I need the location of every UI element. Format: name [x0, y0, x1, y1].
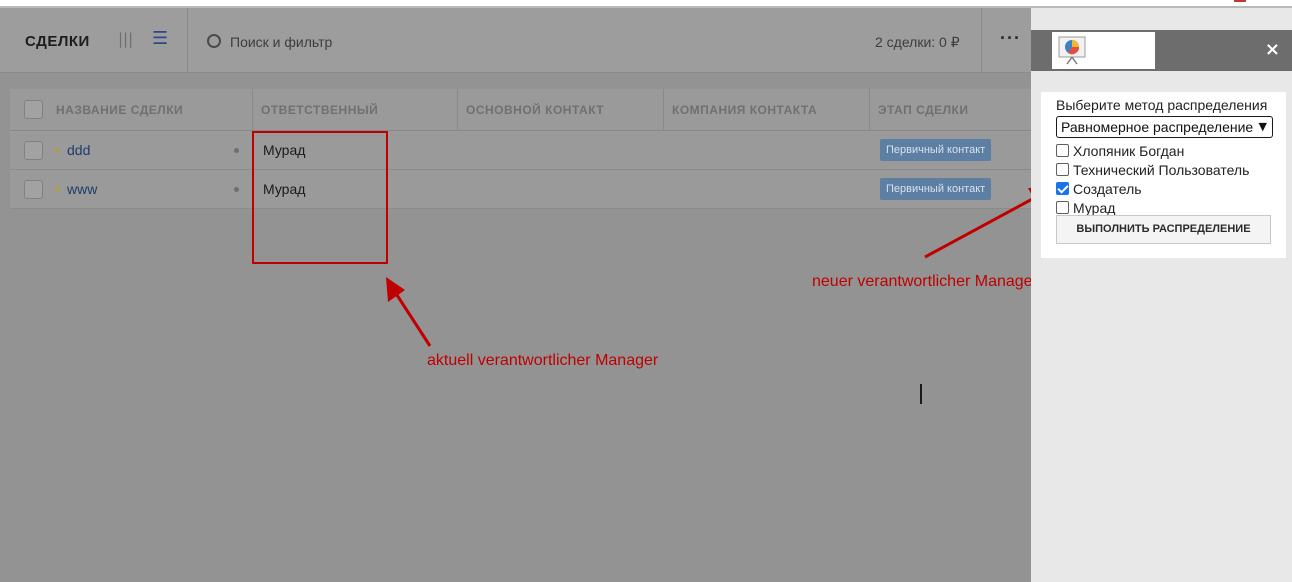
annotation-highlight-box: [252, 131, 388, 264]
toolbar-separator: [981, 8, 982, 73]
user-checkbox[interactable]: [1056, 163, 1069, 176]
user-option-label: Создатель: [1073, 181, 1142, 197]
distribution-form: Выберите метод распределения Равномерное…: [1041, 92, 1286, 258]
status-dot: [55, 148, 59, 152]
annotation-current-manager: aktuell verantwortlicher Manager: [427, 352, 659, 369]
deals-summary: 2 сделки: 0 ₽: [875, 34, 960, 50]
column-header-contact[interactable]: ОСНОВНОЙ КОНТАКТ: [458, 89, 664, 131]
run-distribution-button[interactable]: ВЫПОЛНИТЬ РАСПРЕДЕЛЕНИЕ: [1056, 215, 1271, 244]
method-select-value: Равномерное распределение: [1061, 119, 1254, 135]
row-dot: [234, 187, 239, 192]
column-header-stage[interactable]: ЭТАП СДЕЛКИ: [870, 89, 1031, 131]
deal-name-link[interactable]: www: [67, 181, 97, 197]
panel-header: ×: [1031, 30, 1292, 71]
status-dot: [55, 187, 59, 191]
row-checkbox[interactable]: [24, 141, 43, 160]
stage-badge[interactable]: Первичный контакт: [880, 178, 992, 200]
method-select[interactable]: Равномерное распределение ▼: [1056, 116, 1273, 138]
table-header: НАЗВАНИЕ СДЕЛКИ ОТВЕТСТВЕННЫЙ ОСНОВНОЙ К…: [10, 89, 1031, 131]
column-header-name[interactable]: НАЗВАНИЕ СДЕЛКИ: [48, 89, 253, 131]
chevron-down-icon: ▼: [1258, 120, 1267, 133]
text-cursor: [920, 384, 922, 404]
list-view-icon[interactable]: ☰: [152, 28, 168, 49]
search-icon[interactable]: [207, 34, 221, 48]
close-icon[interactable]: ×: [1265, 39, 1280, 60]
annotation-new-manager: neuer verantwortlicher Manager: [812, 273, 1038, 290]
user-option-label: Мурад: [1073, 200, 1116, 216]
more-menu-button[interactable]: ···: [1000, 28, 1021, 49]
user-option[interactable]: Создатель: [1056, 181, 1142, 197]
widget-logo: [1052, 32, 1155, 69]
user-checkbox[interactable]: [1056, 144, 1069, 157]
browser-top-strip: [0, 0, 1292, 8]
table-row[interactable]: www Мурад Первичный контакт: [10, 170, 1031, 209]
search-input[interactable]: Поиск и фильтр: [230, 34, 332, 50]
method-label: Выберите метод распределения: [1056, 97, 1268, 113]
distribution-panel: × Выберите метод распределения Равномерн…: [1031, 8, 1292, 582]
table-row[interactable]: ddd Мурад Первичный контакт: [10, 131, 1031, 170]
toolbar-separator: [187, 8, 188, 73]
deals-table: НАЗВАНИЕ СДЕЛКИ ОТВЕТСТВЕННЫЙ ОСНОВНОЙ К…: [10, 89, 1031, 209]
row-dot: [234, 148, 239, 153]
toolbar: СДЕЛКИ ||| ☰ Поиск и фильтр 2 сделки: 0 …: [0, 8, 1031, 73]
presentation-chart-icon: [1058, 36, 1086, 65]
user-checkbox-checked[interactable]: [1056, 182, 1069, 195]
user-option-label: Технический Пользователь: [1073, 162, 1250, 178]
top-red-mark: [1234, 0, 1246, 2]
stage-badge[interactable]: Первичный контакт: [880, 139, 992, 161]
user-option[interactable]: Хлопяник Богдан: [1056, 143, 1184, 159]
column-header-responsible[interactable]: ОТВЕТСТВЕННЫЙ: [253, 89, 458, 131]
user-checkbox[interactable]: [1056, 201, 1069, 214]
page-title: СДЕЛКИ: [25, 33, 90, 50]
deal-name-link[interactable]: ddd: [67, 142, 90, 158]
pipeline-view-icon[interactable]: |||: [118, 30, 133, 48]
column-header-company[interactable]: КОМПАНИЯ КОНТАКТА: [664, 89, 870, 131]
user-option-label: Хлопяник Богдан: [1073, 143, 1185, 159]
user-option[interactable]: Мурад: [1056, 200, 1115, 216]
user-option[interactable]: Технический Пользователь: [1056, 162, 1249, 178]
select-all-checkbox[interactable]: [24, 100, 43, 119]
deals-app: СДЕЛКИ ||| ☰ Поиск и фильтр 2 сделки: 0 …: [0, 8, 1031, 582]
row-checkbox[interactable]: [24, 180, 43, 199]
